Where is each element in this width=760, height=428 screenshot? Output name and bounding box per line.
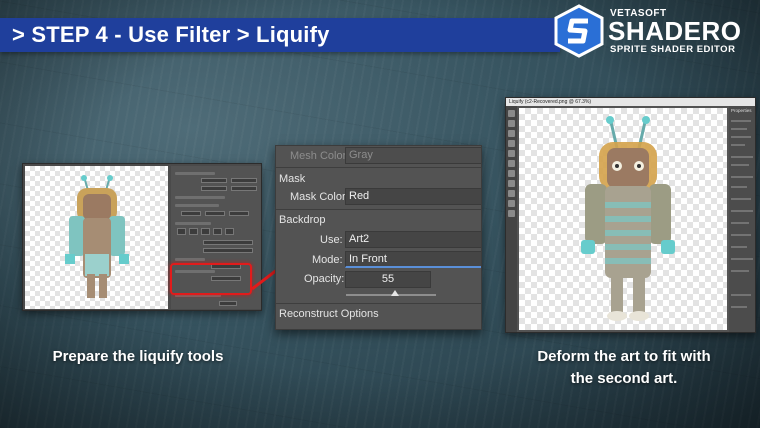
backdrop-highlight-box xyxy=(170,263,252,295)
liquify-window-title: Liquify (c2-Recovered.png @ 67.3%) xyxy=(509,99,592,105)
left-caption: Prepare the liquify tools xyxy=(52,348,224,365)
liquify-window-titlebar: Liquify (c2-Recovered.png @ 67.3%) xyxy=(506,98,755,106)
character-figure-right xyxy=(581,116,675,321)
mesh-color-select[interactable]: Gray xyxy=(345,147,481,164)
mask-color-label: Mask Color: xyxy=(290,191,349,203)
backdrop-use-select[interactable]: Art2 xyxy=(345,231,481,248)
liquify-properties-panel: Properties xyxy=(729,106,755,332)
use-label: Use: xyxy=(320,234,343,246)
properties-title: Properties xyxy=(731,108,752,113)
character-figure-left xyxy=(65,175,129,298)
opacity-label: Opacity: xyxy=(304,273,345,285)
left-canvas xyxy=(25,166,168,309)
backdrop-mode-select[interactable]: In Front xyxy=(345,251,481,268)
smooth-tool-icon[interactable] xyxy=(508,130,515,137)
shadero-hex-icon xyxy=(554,4,604,58)
logo-subtitle: SPRITE SHADER EDITOR xyxy=(610,44,736,55)
pucker-tool-icon[interactable] xyxy=(508,150,515,157)
mask-color-select[interactable]: Red xyxy=(345,188,481,205)
twirl-tool-icon[interactable] xyxy=(508,140,515,147)
opacity-input[interactable]: 55 xyxy=(345,271,431,288)
logo-shadero-text: SHADERO xyxy=(608,16,742,46)
push-left-tool-icon[interactable] xyxy=(508,170,515,177)
reconstruct-tool-icon[interactable] xyxy=(508,120,515,127)
right-liquify-screenshot: Liquify (c2-Recovered.png @ 67.3%) Prope… xyxy=(505,97,756,333)
mask-section-title: Mask xyxy=(279,173,306,185)
liquify-toolbar xyxy=(506,106,517,332)
reconstruct-section-title: Reconstruct Options xyxy=(279,308,379,320)
bloat-tool-icon[interactable] xyxy=(508,160,515,167)
shadero-logo: VETASOFT SHADERO SPRITE SHADER EDITOR xyxy=(552,4,752,60)
zoom-tool-icon[interactable] xyxy=(508,210,515,217)
opacity-slider-thumb[interactable] xyxy=(391,290,399,296)
mesh-color-label: Mesh Color: xyxy=(290,150,350,162)
forward-warp-tool-icon[interactable] xyxy=(508,110,515,117)
right-caption-line2: the second art. xyxy=(570,370,678,387)
page-title: > STEP 4 - Use Filter > Liquify xyxy=(12,22,330,47)
right-caption-line1: Deform the art to fit with xyxy=(537,348,711,365)
freeze-mask-tool-icon[interactable] xyxy=(508,180,515,187)
header-bar: > STEP 4 - Use Filter > Liquify xyxy=(0,18,560,52)
mode-label: Mode: xyxy=(312,254,343,266)
thaw-mask-tool-icon[interactable] xyxy=(508,190,515,197)
backdrop-section-title: Backdrop xyxy=(279,214,326,226)
liquify-options-zoom: Mesh Color: Gray Mask Mask Color: Red Ba… xyxy=(275,145,482,330)
hand-tool-icon[interactable] xyxy=(508,200,515,207)
right-canvas xyxy=(519,108,727,330)
